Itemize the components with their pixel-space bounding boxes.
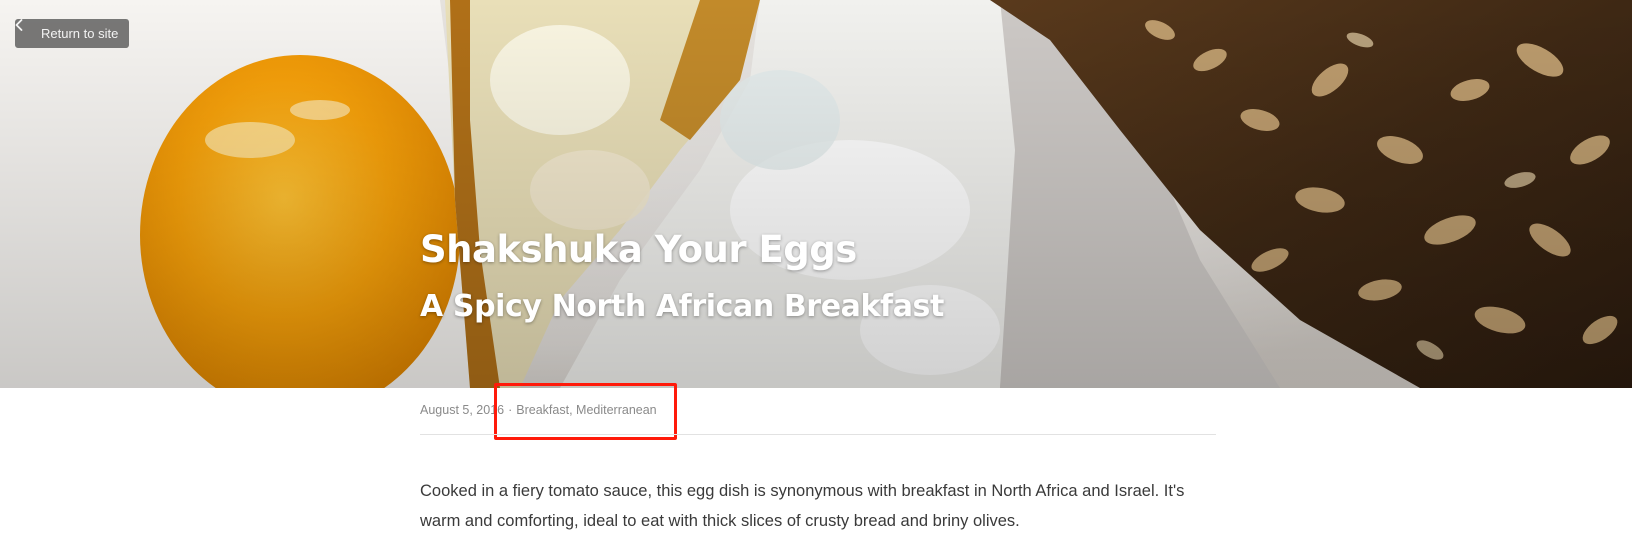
return-to-site-button[interactable]: Return to site	[15, 19, 130, 48]
article-intro: Cooked in a fiery tomato sauce, this egg…	[420, 482, 1185, 530]
eggs-photo	[0, 0, 1632, 388]
page: Return to site Shakshuka Your Eggs A Spi…	[0, 0, 1632, 551]
post-subtitle: A Spicy North African Breakfast	[420, 289, 944, 324]
highlight-annotation	[494, 383, 677, 440]
post-date: August 5, 2016	[420, 403, 505, 417]
return-to-site-label: Return to site	[41, 26, 119, 41]
meta-divider	[420, 434, 1216, 435]
chevron-left-icon	[15, 19, 35, 40]
post-title: Shakshuka Your Eggs	[420, 228, 857, 271]
hero-image: Return to site Shakshuka Your Eggs A Spi…	[0, 0, 1632, 388]
